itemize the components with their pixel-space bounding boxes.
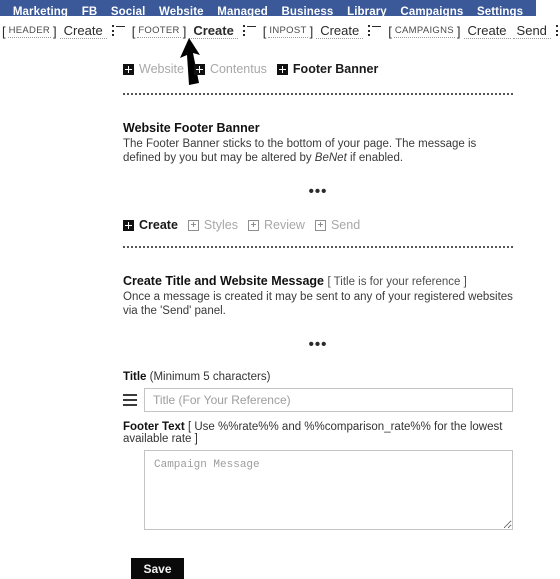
topnav-item-social[interactable]: Social (104, 6, 152, 16)
plus-square-icon (193, 63, 205, 75)
title-label-bold: Title (123, 371, 147, 383)
breadcrumb-tag-footer: FOOTER (137, 24, 181, 38)
plus-square-outline-icon (187, 219, 199, 231)
path-links-row: Website Contentus Footer Banner (123, 58, 513, 80)
path-link-label: Footer Banner (292, 62, 379, 76)
breadcrumb-bracket-close: ] (182, 23, 187, 39)
step-label: Review (263, 218, 305, 232)
path-link-label: Website (139, 62, 184, 76)
path-link-footer-banner[interactable]: Footer Banner (276, 62, 379, 76)
breadcrumb-tag-campaigns: CAMPAIGNS (393, 24, 455, 38)
path-link-contentus[interactable]: Contentus (193, 62, 267, 76)
topnav-item-campaigns[interactable]: Campaigns (394, 6, 471, 16)
breadcrumb-tag-header: HEADER (7, 24, 52, 38)
footer-text-label: Footer Text [ Use %%rate%% and %%compari… (123, 421, 513, 445)
breadcrumb-tag-inpost: INPOST (268, 24, 308, 38)
step-label: Styles (203, 218, 238, 232)
breadcrumb-link-campaigns-send[interactable]: Send (512, 23, 551, 39)
title-input[interactable] (144, 388, 513, 412)
steps-row: Create Styles Review Send (123, 214, 513, 236)
dots-separator-2: ••• (308, 336, 328, 353)
campaigns-list-icon[interactable] (555, 25, 560, 37)
step-review[interactable]: Review (247, 218, 305, 232)
banner-section-body: The Footer Banner sticks to the bottom o… (123, 137, 515, 165)
banner-body-before: The Footer Banner sticks to the bottom o… (123, 138, 477, 164)
breadcrumb-bracket-open: [ (262, 23, 267, 39)
breadcrumb-bracket-open: [ (2, 23, 6, 39)
breadcrumb-link-footer-create[interactable]: Create (189, 23, 238, 39)
footer-text-textarea[interactable] (144, 450, 513, 530)
topnav-item-business[interactable]: Business (275, 6, 341, 16)
plus-square-icon (276, 63, 288, 75)
breadcrumb-bracket-open: [ (388, 23, 392, 39)
breadcrumb-group-footer: [ FOOTER ] Create (130, 23, 261, 39)
plus-square-icon (123, 219, 134, 231)
topnav-item-managed[interactable]: Managed (210, 6, 274, 16)
create-title-note: [ Title is for your reference ] (327, 276, 467, 288)
topnav-item-website[interactable]: Website (152, 6, 210, 16)
breadcrumb-link-inpost-create[interactable]: Create (316, 23, 364, 39)
path-link-label: Contentus (209, 62, 267, 76)
path-link-website[interactable]: Website (123, 62, 184, 76)
step-label: Send (330, 218, 361, 232)
breadcrumb-group-header: [ HEADER ] Create (0, 23, 130, 39)
breadcrumb-link-campaigns-create[interactable]: Create (463, 23, 511, 39)
step-label: Create (139, 218, 178, 232)
breadcrumb-group-campaigns: [ CAMPAIGNS ] Create Send (386, 23, 560, 39)
create-section-body: Once a message is created it may be sent… (123, 291, 513, 317)
step-create[interactable]: Create (123, 218, 178, 232)
banner-body-italic: BeNet (314, 152, 347, 164)
plus-square-icon (123, 63, 134, 75)
create-section-title: Create Title and Website Message [ Title… (123, 274, 513, 288)
breadcrumb-bracket-close: ] (309, 23, 314, 39)
topnav-item-fb[interactable]: FB (75, 6, 104, 16)
banner-section-title: Website Footer Banner (123, 121, 260, 135)
inpost-list-icon[interactable] (368, 25, 382, 37)
topnav-item-settings[interactable]: Settings (470, 6, 530, 16)
dots-separator-1: ••• (308, 183, 328, 200)
breadcrumb-bracket-close: ] (456, 23, 461, 39)
step-send[interactable]: Send (314, 218, 361, 232)
title-field-label: Title (Minimum 5 characters) (123, 371, 513, 383)
topnav-item-marketing[interactable]: Marketing (6, 6, 75, 16)
title-input-row (123, 388, 513, 412)
save-button[interactable]: Save (131, 558, 184, 579)
top-navigation-bar: Marketing FB Social Website Managed Busi… (0, 0, 536, 16)
breadcrumb: [ HEADER ] Create [ FOOTER ] Create [ IN… (0, 20, 560, 42)
plus-square-outline-icon (314, 219, 326, 231)
topnav-item-library[interactable]: Library (340, 6, 393, 16)
main-content: Website Contentus Footer Banner Website … (123, 58, 513, 579)
hamburger-icon[interactable] (123, 394, 137, 406)
banner-body-after: if enabled. (346, 152, 404, 164)
step-styles[interactable]: Styles (187, 218, 238, 232)
breadcrumb-bracket-open: [ (131, 23, 136, 39)
plus-square-outline-icon (247, 219, 259, 231)
footer-label-bold: Footer Text (123, 421, 185, 433)
header-list-icon[interactable] (111, 25, 125, 37)
breadcrumb-group-inpost: [ INPOST ] Create (261, 23, 386, 39)
breadcrumb-bracket-close: ] (53, 23, 57, 39)
footer-list-icon[interactable] (242, 25, 256, 37)
breadcrumb-link-header-create[interactable]: Create (59, 23, 107, 39)
create-title-text: Create Title and Website Message (123, 274, 325, 288)
title-label-note: (Minimum 5 characters) (149, 371, 271, 383)
